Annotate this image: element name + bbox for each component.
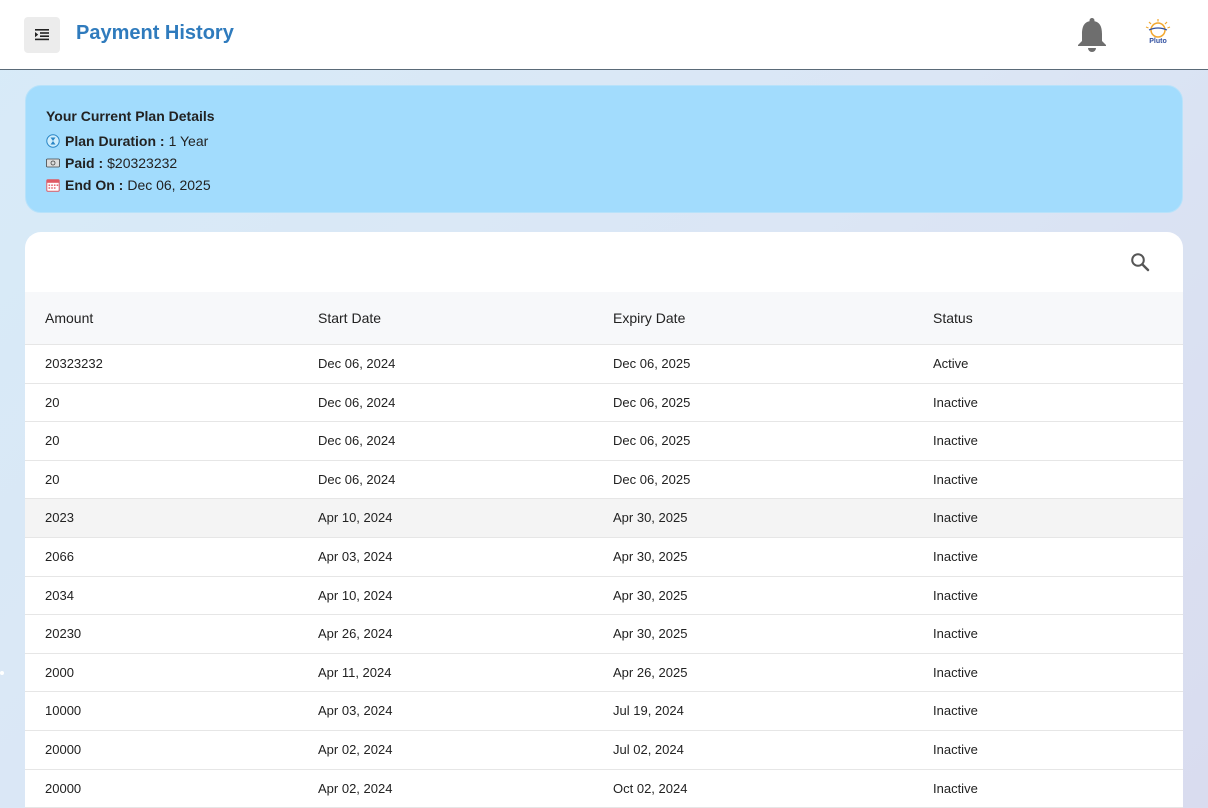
hourglass-icon [46, 134, 60, 148]
cell-expiry-date: Jul 02, 2024 [613, 741, 684, 757]
table-row[interactable]: 2023 Apr 10, 2024 Apr 30, 2025 Inactive [25, 499, 1183, 538]
plan-paid-label: Paid : [65, 155, 104, 171]
cell-status: Inactive [933, 664, 978, 680]
cell-start-date: Apr 02, 2024 [318, 741, 393, 757]
plan-end-label: End On : [65, 177, 124, 193]
cell-expiry-date: Apr 30, 2025 [613, 548, 688, 564]
brand-logo[interactable]: Pluto [1140, 18, 1176, 50]
cell-start-date: Dec 06, 2024 [318, 471, 396, 487]
menu-toggle-button[interactable] [24, 17, 60, 53]
cell-status: Inactive [933, 471, 978, 487]
table-row[interactable]: 20323232 Dec 06, 2024 Dec 06, 2025 Active [25, 345, 1183, 384]
table-row[interactable]: 20000 Apr 02, 2024 Oct 02, 2024 Inactive [25, 769, 1183, 808]
cell-amount: 2034 [45, 587, 74, 603]
sun-logo-icon [1145, 19, 1171, 38]
cell-start-date: Apr 10, 2024 [318, 587, 393, 603]
cell-amount: 20 [45, 433, 60, 449]
cell-expiry-date: Apr 30, 2025 [613, 587, 688, 603]
cell-expiry-date: Oct 02, 2024 [613, 780, 688, 796]
plan-heading: Your Current Plan Details [46, 108, 215, 124]
column-header-expiry-date[interactable]: Expiry Date [613, 310, 685, 326]
table-row[interactable]: 10000 Apr 03, 2024 Jul 19, 2024 Inactive [25, 692, 1183, 731]
current-plan-card: Your Current Plan Details Plan Duration … [25, 85, 1183, 213]
table-header: Amount Start Date Expiry Date Status [25, 292, 1183, 345]
cell-status: Inactive [933, 741, 978, 757]
plan-duration-label: Plan Duration : [65, 133, 165, 149]
plan-end-line: End On : Dec 06, 2025 [46, 174, 1162, 196]
calendar-icon [46, 178, 60, 192]
cell-expiry-date: Apr 26, 2025 [613, 664, 688, 680]
money-icon [46, 156, 60, 170]
table-body: 20323232 Dec 06, 2024 Dec 06, 2025 Active 20… [25, 345, 1183, 808]
cell-start-date: Apr 02, 2024 [318, 780, 393, 796]
cell-amount: 2066 [45, 548, 74, 564]
cell-amount: 10000 [45, 703, 82, 719]
cell-expiry-date: Jul 19, 2024 [613, 703, 684, 719]
cell-amount: 2023 [45, 510, 74, 526]
table-row[interactable]: 2000 Apr 11, 2024 Apr 26, 2025 Inactive [25, 653, 1183, 693]
cell-status: Inactive [933, 394, 978, 410]
cell-start-date: Apr 26, 2024 [318, 626, 393, 642]
cell-amount: 2000 [45, 664, 74, 680]
cell-expiry-date: Dec 06, 2025 [613, 433, 691, 449]
plan-paid-value: $20323232 [107, 155, 178, 171]
cell-amount: 20000 [45, 741, 82, 757]
plan-paid-line: Paid : $20323232 [46, 152, 1162, 174]
table-row[interactable]: 20230 Apr 26, 2024 Apr 30, 2025 Inactive [25, 615, 1183, 654]
notification-bell-button[interactable] [1075, 17, 1109, 53]
plan-duration-line: Plan Duration : 1 Year [46, 130, 1162, 152]
cell-expiry-date: Apr 30, 2025 [613, 510, 688, 526]
cell-amount: 20 [45, 471, 60, 487]
cell-status: Inactive [933, 433, 978, 449]
cell-status: Inactive [933, 510, 978, 526]
cell-status: Inactive [933, 780, 978, 796]
column-header-amount[interactable]: Amount [45, 310, 93, 326]
cell-start-date: Dec 06, 2024 [318, 356, 396, 371]
search-icon [1131, 253, 1150, 272]
menu-indent-icon [35, 29, 49, 41]
cell-expiry-date: Dec 06, 2025 [613, 471, 691, 487]
cell-start-date: Apr 10, 2024 [318, 510, 393, 526]
cell-status: Inactive [933, 703, 978, 719]
table-row[interactable]: 20000 Apr 02, 2024 Jul 02, 2024 Inactive [25, 730, 1183, 770]
cell-start-date: Dec 06, 2024 [318, 433, 396, 449]
cell-amount: 20 [45, 394, 60, 410]
cell-expiry-date: Apr 30, 2025 [613, 626, 688, 642]
column-header-start-date[interactable]: Start Date [318, 310, 381, 326]
page-title: Payment History [76, 22, 234, 44]
search-button[interactable] [1128, 250, 1152, 274]
table-row[interactable]: 2034 Apr 10, 2024 Apr 30, 2025 Inactive [25, 576, 1183, 616]
plan-duration-value: 1 Year [168, 133, 209, 149]
cell-status: Active [933, 356, 969, 371]
column-header-status[interactable]: Status [933, 310, 973, 326]
table-row[interactable]: 20 Dec 06, 2024 Dec 06, 2025 Inactive [25, 460, 1183, 500]
bell-icon [1078, 18, 1106, 52]
table-row[interactable]: 2066 Apr 03, 2024 Apr 30, 2025 Inactive [25, 537, 1183, 577]
cell-amount: 20230 [45, 626, 82, 642]
logo-text: Pluto [1149, 38, 1167, 45]
table-row[interactable]: 20 Dec 06, 2024 Dec 06, 2025 Inactive [25, 422, 1183, 461]
edge-dot [0, 671, 4, 675]
cell-start-date: Apr 03, 2024 [318, 548, 393, 564]
cell-amount: 20323232 [45, 356, 103, 371]
cell-expiry-date: Dec 06, 2025 [613, 356, 691, 371]
cell-start-date: Apr 11, 2024 [318, 664, 392, 680]
table-row[interactable]: 20 Dec 06, 2024 Dec 06, 2025 Inactive [25, 383, 1183, 423]
top-bar: Payment History Pluto [0, 0, 1208, 70]
cell-start-date: Apr 03, 2024 [318, 703, 393, 719]
payment-table-card: Amount Start Date Expiry Date Status 203… [25, 232, 1183, 808]
cell-status: Inactive [933, 587, 978, 603]
cell-expiry-date: Dec 06, 2025 [613, 394, 691, 410]
cell-start-date: Dec 06, 2024 [318, 394, 396, 410]
cell-status: Inactive [933, 548, 978, 564]
cell-amount: 20000 [45, 780, 82, 796]
plan-end-value: Dec 06, 2025 [127, 177, 211, 193]
cell-status: Inactive [933, 626, 978, 642]
